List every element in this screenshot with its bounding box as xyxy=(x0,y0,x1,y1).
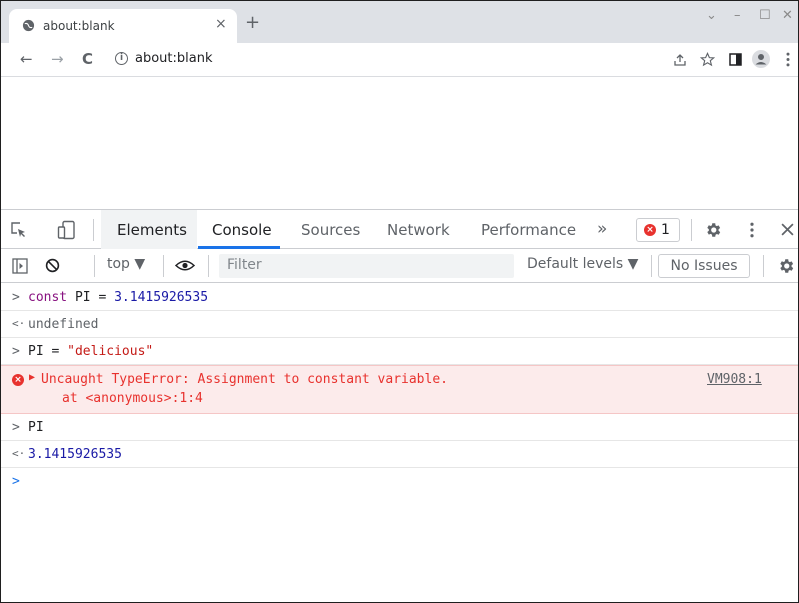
error-message: Uncaught TypeError: Assignment to consta… xyxy=(41,372,448,387)
close-devtools-icon[interactable] xyxy=(781,223,794,236)
log-levels-dropdown[interactable]: Default levels ▼ xyxy=(527,256,638,272)
console-prompt-line[interactable]: > xyxy=(1,468,798,495)
forward-button[interactable]: → xyxy=(51,51,64,67)
input-prompt: > xyxy=(12,290,20,305)
devtools-toolbar: Elements Console Sources Network Perform… xyxy=(1,209,798,249)
filter-placeholder: Filter xyxy=(227,257,262,273)
browser-tab[interactable]: about:blank × xyxy=(9,9,237,43)
toolbar-separator xyxy=(94,255,95,277)
code-text: PI = xyxy=(67,290,115,305)
device-toolbar-icon[interactable] xyxy=(57,220,77,240)
close-tab-icon[interactable]: × xyxy=(215,16,227,32)
toolbar-separator xyxy=(163,255,164,277)
toolbar-separator xyxy=(763,255,764,277)
new-tab-button[interactable]: + xyxy=(245,14,260,32)
toolbar-separator xyxy=(651,255,652,277)
reload-button[interactable]: C xyxy=(82,51,93,67)
console-text: PI = "delicious" xyxy=(28,344,153,359)
issues-button[interactable]: No Issues xyxy=(658,254,750,278)
filter-input[interactable]: Filter xyxy=(219,254,514,278)
eye-icon[interactable] xyxy=(175,259,195,272)
page-viewport xyxy=(1,77,798,209)
string-literal: "delicious" xyxy=(67,344,154,359)
error-icon: × xyxy=(644,224,656,236)
profile-icon[interactable] xyxy=(751,49,771,69)
console-text: const PI = 3.1415926535 xyxy=(28,290,208,305)
error-count: 1 xyxy=(661,222,670,238)
menu-icon[interactable] xyxy=(785,52,791,67)
settings-gear-icon[interactable] xyxy=(704,221,722,239)
output-prompt: <· xyxy=(12,447,26,460)
result-number: 3.1415926535 xyxy=(28,447,122,462)
browser-window: about:blank × + ⌄ – ☐ ✕ ← → C i about:bl… xyxy=(0,0,799,603)
toolbar-separator xyxy=(93,219,94,241)
console-output[interactable]: > const PI = 3.1415926535 <· undefined >… xyxy=(1,283,798,602)
code-text: PI xyxy=(28,420,44,435)
more-tabs-button[interactable]: » xyxy=(597,219,607,239)
tab-sources[interactable]: Sources xyxy=(301,221,360,239)
browser-toolbar: ← → C i about:blank xyxy=(1,43,798,77)
tab-performance[interactable]: Performance xyxy=(481,221,576,239)
tab-strip: about:blank × + ⌄ – ☐ ✕ xyxy=(1,1,798,43)
console-input-line: > const PI = 3.1415926535 xyxy=(1,283,798,311)
inspect-element-icon[interactable] xyxy=(10,221,28,239)
keyword: const xyxy=(28,290,68,305)
result-text: undefined xyxy=(28,317,99,332)
number-literal: 3.1415926535 xyxy=(114,290,209,305)
info-icon[interactable]: i xyxy=(115,52,128,65)
input-prompt: > xyxy=(12,344,20,359)
console-result-line: <· undefined xyxy=(1,311,798,338)
console-input-line: > PI xyxy=(1,414,798,441)
error-stack-trace: at <anonymous>:1:4 xyxy=(62,391,203,406)
share-icon[interactable] xyxy=(673,53,687,67)
minimize-button[interactable]: – xyxy=(734,9,741,23)
code-text: PI = xyxy=(28,344,68,359)
expand-triangle-icon[interactable]: ▶ xyxy=(29,372,35,383)
active-prompt: > xyxy=(12,474,20,489)
console-input-line: > PI = "delicious" xyxy=(1,338,798,365)
tab-title: about:blank xyxy=(43,19,115,33)
console-error-message: × ▶ Uncaught TypeError: Assignment to co… xyxy=(1,365,798,414)
source-link[interactable]: VM908:1 xyxy=(707,372,762,387)
close-window-button[interactable]: ✕ xyxy=(782,9,793,23)
globe-icon xyxy=(22,19,35,32)
context-selector[interactable]: top ▼ xyxy=(107,256,145,272)
maximize-button[interactable]: ☐ xyxy=(759,9,771,23)
star-icon[interactable] xyxy=(700,52,715,67)
show-sidebar-icon[interactable] xyxy=(12,258,28,274)
side-panel-icon[interactable] xyxy=(729,53,742,66)
error-count-badge[interactable]: × 1 xyxy=(636,218,680,242)
tab-console[interactable]: Console xyxy=(212,221,272,239)
clear-console-icon[interactable] xyxy=(45,258,60,273)
console-toolbar: top ▼ Filter Default levels ▼ No Issues xyxy=(1,249,798,283)
address-bar[interactable]: about:blank xyxy=(135,51,213,66)
output-prompt: <· xyxy=(12,317,26,330)
devtools-menu-icon[interactable] xyxy=(749,222,755,238)
tab-elements[interactable]: Elements xyxy=(117,221,187,239)
input-prompt: > xyxy=(12,420,20,435)
tab-search-icon[interactable]: ⌄ xyxy=(706,9,717,23)
toolbar-separator xyxy=(691,219,692,241)
error-icon: × xyxy=(12,374,24,386)
tab-network[interactable]: Network xyxy=(387,221,450,239)
back-button[interactable]: ← xyxy=(20,51,33,67)
toolbar-separator xyxy=(208,255,209,277)
console-settings-gear-icon[interactable] xyxy=(777,257,795,275)
console-result-line: <· 3.1415926535 xyxy=(1,441,798,468)
